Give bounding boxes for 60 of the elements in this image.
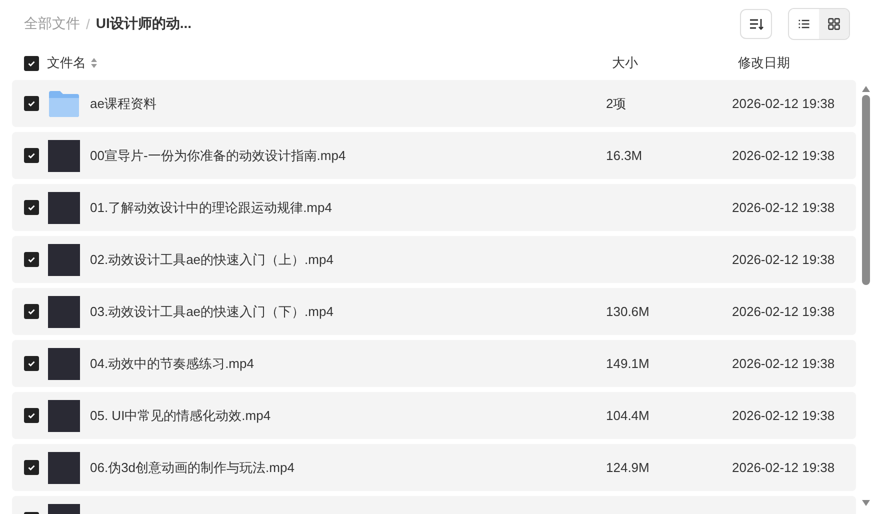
file-row[interactable]: 04.动效中的节奏感练习.mp4 149.1M 2026-02-12 19:38 — [12, 340, 856, 387]
checkbox[interactable] — [24, 148, 39, 163]
modified-date: 2026-02-12 19:38 — [732, 252, 835, 267]
modified-date: 2026-02-12 19:38 — [732, 96, 835, 111]
file-name[interactable]: 01.了解动效设计中的理论跟运动规律.mp4 — [90, 198, 332, 216]
checkbox[interactable] — [24, 408, 39, 423]
video-thumbnail — [48, 192, 80, 224]
folder-icon — [48, 90, 80, 118]
file-row[interactable]: 05. UI中常见的情感化动效.mp4 104.4M 2026-02-12 19:38 — [12, 392, 856, 439]
modified-date: 2026-02-12 19:38 — [732, 356, 835, 371]
column-header[interactable]: 修改日期 — [738, 54, 862, 72]
video-thumbnail — [48, 452, 80, 484]
file-name[interactable]: 02.动效设计工具ae的快速入门（上）.mp4 — [90, 250, 334, 268]
grid-view-button[interactable] — [819, 9, 849, 39]
modified-date: 2026-02-12 19:38 — [732, 460, 835, 475]
video-thumbnail — [48, 296, 80, 328]
checkbox[interactable] — [24, 356, 39, 371]
modified-date: 2026-02-12 19:38 — [732, 304, 835, 319]
checkbox[interactable] — [24, 96, 39, 111]
modified-date: 2026-02-12 19:38 — [732, 200, 835, 215]
file-size: 124.9M — [606, 460, 650, 475]
breadcrumb-separator: / — [86, 16, 90, 32]
file-name[interactable]: 04.动效中的节奏感练习.mp4 — [90, 354, 254, 372]
file-row[interactable]: 00宣导片-一份为你准备的动效设计指南.mp4 16.3M 2026-02-12 19:38 — [12, 132, 856, 179]
checkbox[interactable] — [24, 460, 39, 475]
column-header[interactable]: 大小 — [612, 54, 738, 72]
sort-icon — [748, 16, 764, 32]
list-icon — [797, 17, 811, 31]
file-row[interactable]: 02.动效设计工具ae的快速入门（上）.mp4 2026-02-12 19:38 — [12, 236, 856, 283]
file-name[interactable]: 03.动效设计工具ae的快速入门（下）.mp4 — [90, 302, 334, 320]
sort-button[interactable] — [740, 9, 772, 39]
file-size: 2项 — [606, 96, 626, 110]
scrollbar-thumb[interactable] — [862, 95, 870, 285]
scroll-down-icon[interactable] — [862, 500, 870, 506]
file-size: 130.6M — [606, 304, 650, 319]
file-row[interactable]: 06.伪3d创意动画的制作与玩法.mp4 124.9M 2026-02-12 19:38 — [12, 444, 856, 491]
checkbox[interactable] — [24, 304, 39, 319]
video-thumbnail — [48, 348, 80, 380]
file-name[interactable]: 06.伪3d创意动画的制作与玩法.mp4 — [90, 458, 294, 476]
sort-icon[interactable] — [90, 57, 98, 69]
checkbox[interactable] — [24, 200, 39, 215]
video-thumbnail — [48, 244, 80, 276]
file-name[interactable]: 05. UI中常见的情感化动效.mp4 — [90, 406, 271, 424]
video-thumbnail — [48, 140, 80, 172]
file-name[interactable]: 00宣导片-一份为你准备的动效设计指南.mp4 — [90, 146, 346, 164]
file-name[interactable]: ae课程资料 — [90, 94, 156, 112]
video-thumbnail — [48, 400, 80, 432]
column-header[interactable]: 文件名 — [47, 54, 86, 72]
file-row[interactable]: 03.动效设计工具ae的快速入门（下）.mp4 130.6M 2026-02-12 19:38 — [12, 288, 856, 335]
file-row[interactable]: ae课程资料 2项 2026-02-12 19:38 — [12, 80, 856, 127]
file-size: 104.4M — [606, 408, 650, 423]
file-size: 16.3M — [606, 148, 642, 163]
checkbox[interactable] — [24, 252, 39, 267]
file-row[interactable]: 01.了解动效设计中的理论跟运动规律.mp4 2026-02-12 19:38 — [12, 184, 856, 231]
modified-date: 2026-02-12 19:38 — [732, 408, 835, 423]
grid-icon — [827, 17, 841, 31]
file-size: 149.1M — [606, 356, 650, 371]
modified-date: 2026-02-12 19:38 — [732, 148, 835, 163]
breadcrumb-link[interactable]: UI设计师的动... — [96, 15, 192, 33]
checkbox[interactable] — [24, 56, 39, 70]
